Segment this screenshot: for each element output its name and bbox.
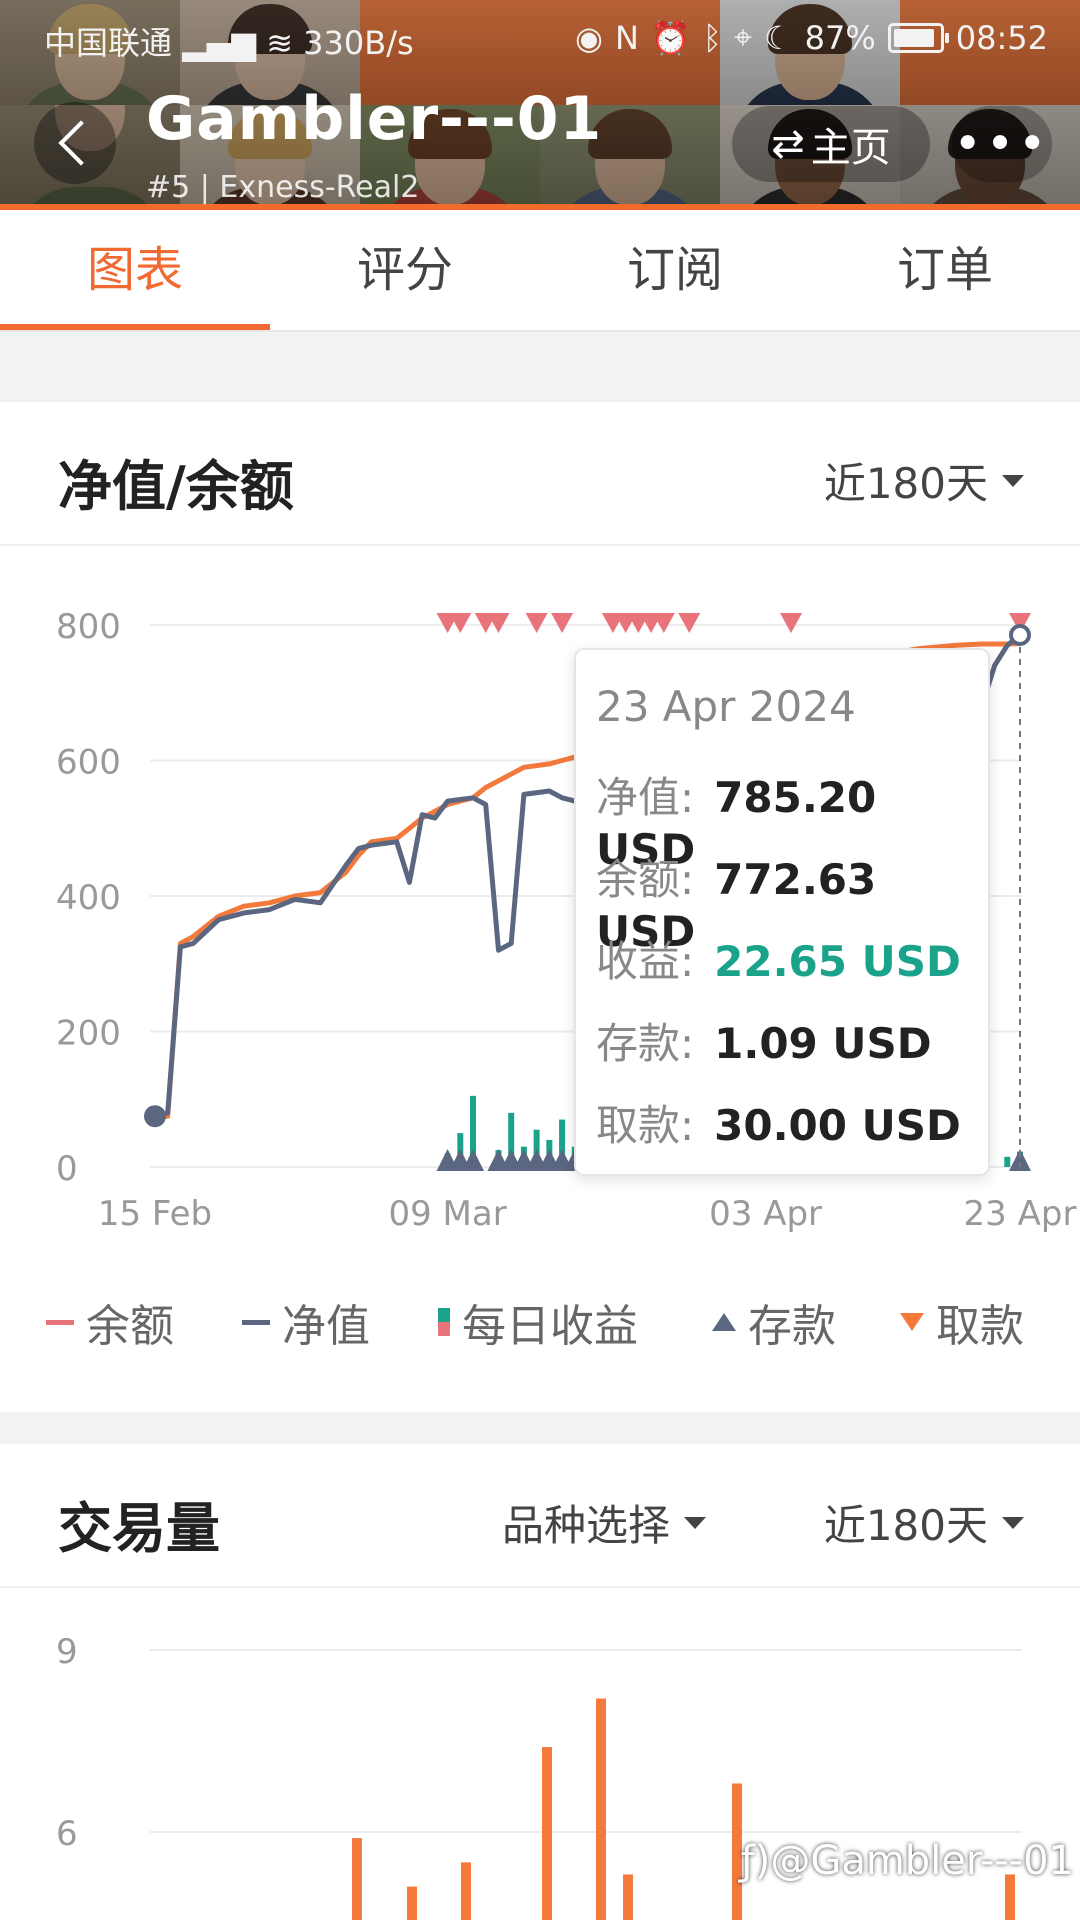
y-tick-label: 6 <box>56 1814 78 1854</box>
moon-icon: ☾ <box>763 18 793 57</box>
tab-orders[interactable]: 订单 <box>810 210 1080 330</box>
tab-bar: 图表 评分 订阅 订单 <box>0 210 1080 332</box>
account-title: Gambler---01 <box>146 84 603 154</box>
clock: 08:52 <box>955 18 1048 57</box>
carrier-label: 中国联通 ▂▄▆ ≋ 330B/s <box>44 24 414 62</box>
net-speed: 330B/s <box>303 24 414 62</box>
back-button[interactable] <box>34 102 116 184</box>
y-tick-label: 9 <box>56 1632 78 1672</box>
home-button-label: 主页 <box>810 125 891 171</box>
volume-bar <box>623 1874 633 1920</box>
wifi-icon: ≋ <box>266 24 293 62</box>
more-button[interactable]: ••• <box>952 106 1052 182</box>
home-button[interactable]: ⇄ 主页 <box>732 106 930 182</box>
legend-daily-profit[interactable]: 每日收益 <box>438 1290 638 1354</box>
legend-line-swatch <box>242 1319 270 1325</box>
x-tick-label: 03 Apr <box>709 1194 822 1234</box>
watermark: ƒ)@Gambler---01 <box>740 1838 1074 1884</box>
symbol-dropdown[interactable]: 品种选择 <box>502 1492 707 1553</box>
signal-icon: ▂▄▆ <box>182 24 257 62</box>
more-icon: ••• <box>953 116 1051 172</box>
equity-range-label: 近180天 <box>823 459 988 508</box>
tooltip-date: 23 Apr 2024 <box>596 682 856 731</box>
y-tick-label: 600 <box>56 743 121 783</box>
tooltip-row-deposit: 存款: 1.09 USD <box>596 1019 932 1068</box>
account-subtitle: #5 | Exness-Real2 <box>146 170 420 205</box>
equity-card-header: 净值/余额 近180天 <box>0 402 1080 546</box>
nfc-icon: N <box>614 18 639 57</box>
equity-range-dropdown[interactable]: 近180天 <box>824 450 1024 511</box>
chevron-down-icon <box>1002 474 1024 487</box>
chevron-down-icon <box>1002 1516 1024 1529</box>
tooltip-row-profit: 收益: 22.65 USD <box>596 937 961 986</box>
equity-card-title: 净值/余额 <box>58 455 294 518</box>
y-tick-label: 400 <box>56 878 121 918</box>
tab-subscribe[interactable]: 订阅 <box>540 210 810 330</box>
x-tick-label: 23 Apr <box>964 1194 1077 1234</box>
volume-bar <box>542 1747 552 1920</box>
chart-tooltip: 23 Apr 2024 净值: 785.20 USD 余额: 772.63 USD … <box>574 648 990 1176</box>
eye-icon: ◉ <box>575 18 603 57</box>
legend-line-swatch <box>46 1319 74 1325</box>
triangle-down-icon <box>900 1313 924 1331</box>
legend-deposit[interactable]: 存款 <box>712 1290 836 1354</box>
y-tick-label: 800 <box>56 607 121 647</box>
withdrawal-marker <box>525 613 548 633</box>
tab-rating[interactable]: 评分 <box>270 210 540 330</box>
withdrawal-marker <box>780 613 803 633</box>
alarm-icon: ⏰ <box>650 18 691 57</box>
legend-equity[interactable]: 净值 <box>242 1290 370 1354</box>
x-tick-label: 09 Mar <box>388 1194 506 1234</box>
withdrawal-marker <box>678 613 701 633</box>
legend-withdrawal[interactable]: 取款 <box>900 1290 1024 1354</box>
bluetooth-icon: ᛒ <box>702 18 722 57</box>
volume-range-dropdown[interactable]: 近180天 <box>824 1492 1024 1553</box>
battery-percent: 87% <box>804 18 876 57</box>
y-tick-label: 200 <box>56 1014 121 1054</box>
daily-profit-bar <box>1004 1156 1011 1167</box>
chart-legend: 余额 净值 每日收益 存款 取款 <box>0 1290 1080 1352</box>
symbol-label: 品种选择 <box>502 1501 671 1550</box>
y-tick-label: 0 <box>56 1149 78 1189</box>
legend-balance[interactable]: 余额 <box>46 1290 174 1354</box>
status-bar: 中国联通 ▂▄▆ ≋ 330B/s ◉ N ⏰ ᛒ ⌖ ☾ 87% 08:52 <box>0 14 1080 64</box>
swap-icon: ⇄ <box>771 121 805 167</box>
location-icon: ⌖ <box>733 18 752 56</box>
cursor-point <box>1009 624 1031 647</box>
volume-bar <box>596 1698 606 1920</box>
triangle-up-icon <box>712 1313 736 1331</box>
legend-bar-swatch <box>438 1308 450 1336</box>
x-tick-label: 15 Feb <box>98 1194 212 1234</box>
volume-bar <box>407 1886 417 1920</box>
tab-chart[interactable]: 图表 <box>0 210 270 330</box>
start-point-marker <box>144 1105 166 1128</box>
volume-range-label: 近180天 <box>823 1501 988 1550</box>
volume-bar <box>461 1862 471 1920</box>
zhihu-icon: ƒ) <box>740 1838 771 1884</box>
battery-icon <box>887 22 949 53</box>
tooltip-row-withdrawal: 取款: 30.00 USD <box>596 1101 961 1150</box>
volume-card-title: 交易量 <box>58 1497 220 1560</box>
volume-bar <box>352 1838 362 1920</box>
account-header: 中国联通 ▂▄▆ ≋ 330B/s ◉ N ⏰ ᛒ ⌖ ☾ 87% 08:52 … <box>0 0 1080 210</box>
withdrawal-marker <box>551 613 574 633</box>
chevron-down-icon <box>684 1516 707 1529</box>
volume-card-header: 交易量 品种选择 近180天 <box>0 1444 1080 1588</box>
